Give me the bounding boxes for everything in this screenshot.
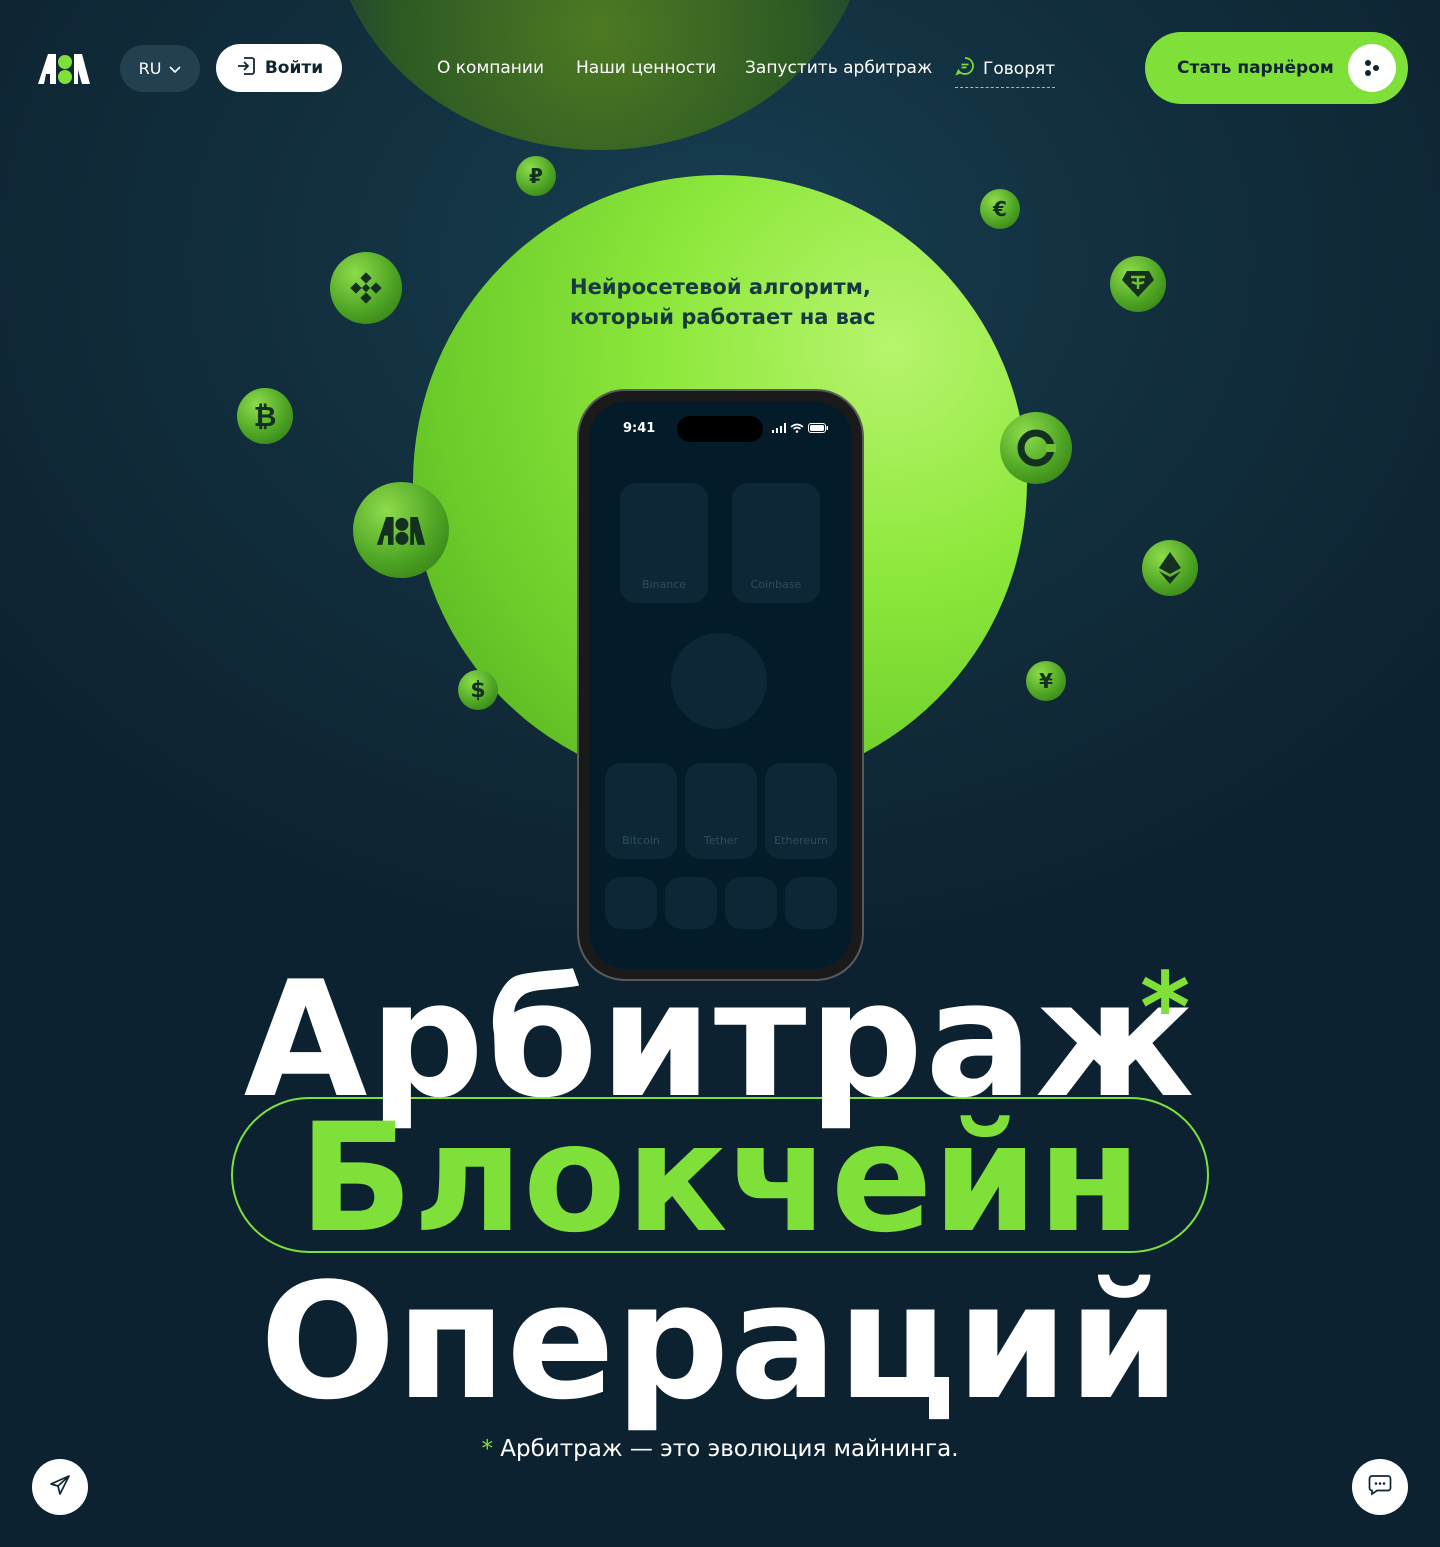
language-selector[interactable]: RU [120, 45, 200, 92]
hero-tagline: Нейросетевой алгоритм, который работает … [570, 275, 876, 329]
ruble-coin-icon: ₽ [516, 156, 556, 196]
binance-icon [330, 252, 402, 324]
tile-binance[interactable]: Binance [620, 483, 708, 603]
signal-icon [772, 423, 786, 433]
message-icon [1368, 1474, 1392, 1500]
phone-screen: 9:41 Binance Coinbase Bitcoin Tether Eth… [589, 401, 852, 969]
bitcoin-coin-icon: ₿ [237, 388, 293, 444]
battery-icon [808, 423, 828, 433]
tile-center-circle[interactable] [671, 633, 767, 729]
telegram-icon [49, 1474, 71, 1500]
login-icon [235, 55, 257, 82]
dollar-coin-icon: $ [458, 670, 498, 710]
wifi-icon [790, 423, 804, 433]
nav-values[interactable]: Наши ценности [576, 58, 716, 78]
login-button[interactable]: Войти [216, 44, 342, 92]
dynamic-island [677, 416, 763, 442]
dots-icon [1348, 44, 1396, 92]
ethereum-icon [1142, 540, 1198, 596]
status-icons [772, 423, 828, 433]
nav-reviews[interactable]: Говорят [955, 56, 1056, 88]
tether-icon [1110, 256, 1166, 312]
tile-small[interactable] [605, 877, 657, 929]
tile-small[interactable] [665, 877, 717, 929]
chat-icon [955, 56, 975, 81]
tile-small[interactable] [785, 877, 837, 929]
become-partner-label: Стать парнёром [1177, 58, 1334, 78]
chevron-down-icon [169, 59, 181, 78]
coinbase-icon [1000, 412, 1072, 484]
footnote: * Арбитраж — это эволюция майнинга. [0, 1436, 1440, 1462]
logo-icon[interactable] [36, 50, 92, 86]
tile-small[interactable] [725, 877, 777, 929]
nav-about[interactable]: О компании [437, 58, 544, 78]
tile-ethereum[interactable]: Ethereum [765, 763, 837, 859]
login-label: Войти [264, 58, 324, 78]
become-partner-button[interactable]: Стать парнёром [1145, 32, 1408, 104]
tile-coinbase[interactable]: Coinbase [732, 483, 820, 603]
yen-coin-icon: ¥ [1026, 661, 1066, 701]
footnote-star: * [481, 1436, 493, 1462]
chat-button[interactable] [1352, 1459, 1408, 1515]
headline-line-2: Блокчейн [298, 1092, 1142, 1266]
telegram-button[interactable] [32, 1459, 88, 1515]
language-label: RU [138, 59, 162, 78]
headline-asterisk: * [1140, 952, 1191, 1064]
euro-coin-icon: € [980, 189, 1020, 229]
headline-line-3: Операций [259, 1248, 1181, 1435]
phone-time: 9:41 [623, 421, 656, 436]
brand-coin-icon [353, 482, 449, 578]
footnote-text: Арбитраж — это эволюция майнинга. [492, 1436, 959, 1462]
nav-start-arbitrage[interactable]: Запустить арбитраж [745, 58, 932, 78]
phone-mockup: 9:41 Binance Coinbase Bitcoin Tether Eth… [577, 389, 864, 981]
tile-tether[interactable]: Tether [685, 763, 757, 859]
tile-bitcoin[interactable]: Bitcoin [605, 763, 677, 859]
